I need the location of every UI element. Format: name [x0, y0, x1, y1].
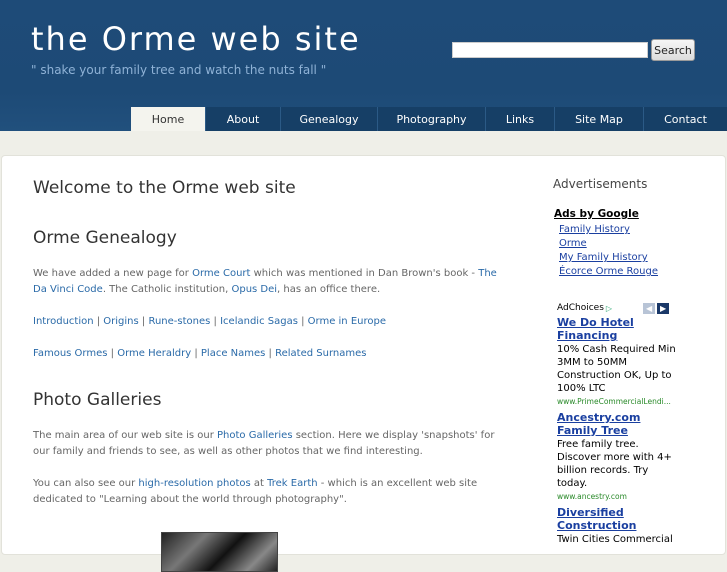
related-surnames-link[interactable]: Related Surnames — [275, 348, 366, 359]
ad-link-family-history[interactable]: Family History — [559, 223, 723, 237]
site-tagline: " shake your family tree and watch the n… — [31, 63, 327, 77]
ad-link-my-family-history[interactable]: My Family History — [559, 251, 723, 265]
separator: | — [210, 316, 221, 327]
text: You can also see our — [33, 478, 139, 489]
high-res-photos-link[interactable]: high-resolution photos — [138, 478, 250, 489]
orme-court-link[interactable]: Orme Court — [192, 268, 250, 279]
genealogy-heading: Orme Genealogy — [33, 228, 177, 248]
opus-dei-link[interactable]: Opus Dei — [231, 284, 277, 295]
search-button[interactable]: Search — [651, 39, 695, 61]
genealogy-links-row-1: Introduction | Origins | Rune-stones | I… — [33, 314, 513, 330]
ad-unit: Diversified Construction Twin Cities Com… — [557, 506, 679, 546]
trek-earth-link[interactable]: Trek Earth — [267, 478, 317, 489]
orme-in-europe-link[interactable]: Orme in Europe — [308, 316, 386, 327]
site-title[interactable]: the Orme web site — [31, 20, 361, 58]
nav-tab-about[interactable]: About — [205, 107, 280, 131]
icelandic-sagas-link[interactable]: Icelandic Sagas — [220, 316, 298, 327]
separator: | — [265, 348, 276, 359]
nav-tab-home[interactable]: Home — [131, 107, 205, 131]
separator: | — [297, 316, 308, 327]
main-panel: Welcome to the Orme web site Orme Geneal… — [1, 155, 726, 572]
search-input[interactable] — [452, 42, 648, 58]
photo-galleries-intro: The main area of our web site is our Pho… — [33, 428, 513, 460]
ad-url[interactable]: www.ancestry.com — [557, 491, 679, 502]
page-title: Welcome to the Orme web site — [33, 178, 296, 198]
ad-title[interactable]: Ancestry.com Family Tree — [557, 411, 679, 437]
next-arrow-icon[interactable]: ▶ — [657, 302, 670, 314]
ad-body: Twin Cities Commercial — [557, 534, 673, 545]
adchoices-icon[interactable]: ▷ — [606, 304, 612, 313]
adchoices-bar: AdChoices ▷ ◀ ▶ — [557, 301, 723, 315]
genealogy-links-row-2: Famous Ormes | Orme Heraldry | Place Nam… — [33, 346, 513, 362]
nav-tab-site-map[interactable]: Site Map — [554, 107, 643, 131]
separator: | — [138, 316, 149, 327]
photo-galleries-link[interactable]: Photo Galleries — [217, 430, 293, 441]
ad-body: Free family tree. Discover more with 4+ … — [557, 439, 672, 489]
ad-unit: Ancestry.com Family Tree Free family tre… — [557, 411, 679, 502]
famous-ormes-link[interactable]: Famous Ormes — [33, 348, 107, 359]
nav-tab-photography[interactable]: Photography — [377, 107, 485, 131]
high-res-paragraph: You can also see our high-resolution pho… — [33, 476, 513, 508]
text: . The Catholic institution, — [102, 284, 232, 295]
text: The main area of our web site is our — [33, 430, 217, 441]
main-nav: Home About Genealogy Photography Links S… — [131, 107, 727, 131]
ads-by-google-link[interactable]: Ads by Google — [554, 208, 723, 220]
ads-heading: Advertisements — [553, 177, 648, 191]
ad-unit: We Do Hotel Financing 10% Cash Required … — [557, 316, 679, 407]
text: , has an office there. — [277, 284, 381, 295]
content-column: Welcome to the Orme web site Orme Geneal… — [33, 178, 513, 524]
origins-link[interactable]: Origins — [103, 316, 138, 327]
photo-galleries-heading: Photo Galleries — [33, 390, 162, 410]
ad-body: 10% Cash Required Min 3MM to 50MM Constr… — [557, 344, 676, 394]
place-names-link[interactable]: Place Names — [201, 348, 265, 359]
ad-url[interactable]: www.PrimeCommercialLendi... — [557, 396, 679, 407]
text: We have added a new page for — [33, 268, 193, 279]
nav-tab-contact[interactable]: Contact — [643, 107, 727, 131]
ad-title[interactable]: Diversified Construction — [557, 506, 679, 532]
genealogy-intro: We have added a new page for Orme Court … — [33, 266, 513, 298]
ad-title[interactable]: We Do Hotel Financing — [557, 316, 679, 342]
separator: | — [107, 348, 118, 359]
text: at — [250, 478, 268, 489]
nav-tab-links[interactable]: Links — [485, 107, 554, 131]
ad-link-orme[interactable]: Orme — [559, 237, 723, 251]
adchoices-label[interactable]: AdChoices — [557, 303, 604, 313]
text: which was mentioned in Dan Brown's book … — [250, 268, 479, 279]
ads-sidebar: Advertisements Ads by Google Family Hist… — [553, 177, 723, 546]
rune-stones-link[interactable]: Rune-stones — [148, 316, 210, 327]
gallery-thumbnail[interactable] — [161, 532, 278, 572]
separator: | — [191, 348, 201, 359]
orme-heraldry-link[interactable]: Orme Heraldry — [117, 348, 191, 359]
separator: | — [93, 316, 104, 327]
introduction-link[interactable]: Introduction — [33, 316, 94, 327]
nav-tab-genealogy[interactable]: Genealogy — [280, 107, 377, 131]
ad-link-ecorce-orme-rouge[interactable]: Écorce Orme Rouge — [559, 265, 723, 279]
prev-arrow-icon[interactable]: ◀ — [643, 302, 656, 314]
